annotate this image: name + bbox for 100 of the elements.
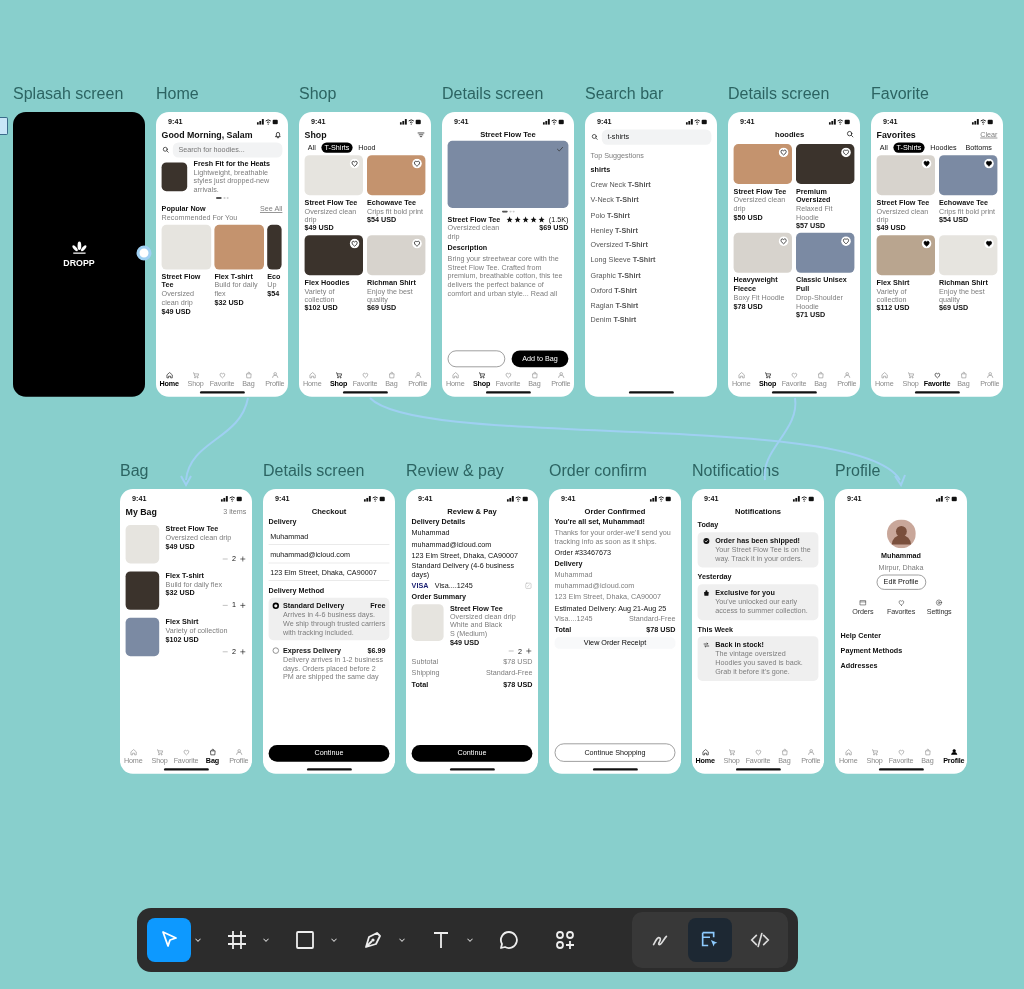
mode-button[interactable]	[688, 918, 732, 962]
frame-label: Bag	[120, 461, 150, 481]
bag-icon	[208, 748, 217, 757]
cart-icon	[191, 371, 200, 380]
home-indicator	[628, 391, 674, 394]
status-icons-drawing	[792, 495, 815, 503]
home-icon	[737, 371, 746, 380]
frame-label: Details screen	[442, 84, 545, 104]
logo-text: DROPP	[63, 257, 95, 269]
home-indicator	[485, 391, 531, 394]
home-icon	[308, 371, 317, 380]
heart-icon	[182, 748, 190, 757]
status-icons-drawing	[542, 118, 565, 126]
home-indicator	[878, 768, 924, 771]
frame-label: Search bar	[585, 84, 665, 104]
home-icon	[129, 748, 138, 757]
heart-icon[interactable]	[983, 158, 995, 169]
photo-placeholder	[267, 224, 282, 270]
bag-icon	[959, 371, 968, 380]
person-icon	[413, 371, 422, 380]
frame-label: Details screen	[728, 84, 831, 104]
frame-label: Profile	[835, 461, 882, 481]
canvas-side-handle[interactable]	[0, 117, 8, 135]
search-icon[interactable]	[845, 129, 855, 139]
plus-icon[interactable]	[239, 601, 247, 610]
carousel-dots-icon	[215, 196, 229, 200]
heart-icon[interactable]	[983, 238, 995, 249]
tool-button[interactable]	[147, 918, 191, 962]
frame-label: Order confirm	[549, 461, 648, 481]
home-icon	[451, 371, 460, 380]
frame-label: Favorite	[871, 84, 930, 104]
status-icons-drawing	[363, 495, 386, 503]
heart-icon[interactable]	[349, 238, 360, 249]
plus-icon[interactable]	[525, 647, 533, 655]
home-indicator	[306, 768, 352, 771]
gear-icon	[935, 598, 944, 607]
cart-icon	[727, 748, 736, 757]
search-icon[interactable]	[590, 132, 599, 141]
cart-icon	[334, 371, 343, 380]
carousel-dots-icon	[501, 210, 515, 213]
heart-icon[interactable]	[921, 158, 932, 169]
person-icon	[270, 371, 279, 380]
home-icon	[880, 371, 889, 380]
person-icon	[949, 748, 958, 757]
photo-placeholder	[161, 162, 188, 192]
avatar-icon	[886, 519, 916, 549]
photo-placeholder	[125, 617, 160, 657]
person-icon	[806, 748, 815, 757]
frame-label: Home	[156, 84, 200, 104]
photo-placeholder	[161, 224, 212, 270]
frame-label: Notifications	[692, 461, 781, 481]
search-icon[interactable]	[161, 145, 170, 154]
photo-placeholder	[125, 571, 160, 610]
frame-label: Shop	[299, 84, 338, 104]
home-indicator	[592, 768, 638, 771]
radio-button[interactable]	[272, 602, 279, 610]
heart-icon	[897, 748, 905, 757]
plus-icon[interactable]	[239, 648, 247, 656]
cart-icon	[870, 748, 879, 757]
check-badge-icon	[702, 537, 711, 545]
home-icon	[165, 371, 174, 380]
connection-node[interactable]	[136, 245, 152, 261]
greeting: Good Morning, Salam	[161, 129, 253, 140]
photo-placeholder	[125, 525, 160, 564]
bag-icon	[780, 748, 789, 757]
box-icon	[858, 598, 867, 607]
status-icons-drawing	[256, 118, 279, 126]
frame-label: Review & pay	[406, 461, 505, 481]
cart-icon	[155, 748, 164, 757]
home-icon	[844, 748, 853, 757]
rectangle-icon	[293, 928, 317, 952]
home-indicator	[199, 391, 245, 394]
person-icon	[842, 371, 851, 380]
screen-title: Shop	[304, 129, 327, 140]
plus-icon[interactable]	[239, 555, 247, 563]
heart-icon[interactable]	[921, 238, 932, 249]
home-icon	[701, 748, 710, 757]
heart-icon	[504, 371, 512, 380]
heart-icon	[361, 371, 369, 380]
cart-icon	[477, 371, 486, 380]
bag-icon	[923, 748, 932, 757]
person-icon	[985, 371, 994, 380]
cart-icon	[906, 371, 915, 380]
arrows-icon	[702, 641, 711, 650]
bell-icon[interactable]	[273, 130, 283, 140]
cart-icon	[763, 371, 772, 380]
person-icon	[556, 371, 565, 380]
status-icons-drawing	[828, 118, 851, 126]
home-indicator	[449, 768, 495, 771]
screen-title: My Bag	[125, 506, 157, 517]
heart-icon	[754, 748, 762, 757]
photo-placeholder	[214, 224, 264, 270]
home-indicator	[914, 391, 960, 394]
status-icons-drawing	[935, 495, 958, 503]
heart-icon[interactable]	[840, 147, 852, 158]
status-icons-drawing	[649, 495, 672, 503]
frame-label: Details screen	[263, 461, 366, 481]
filter-icon[interactable]	[416, 130, 426, 140]
status-icons-drawing	[685, 118, 708, 126]
status-icons-drawing	[399, 118, 422, 126]
